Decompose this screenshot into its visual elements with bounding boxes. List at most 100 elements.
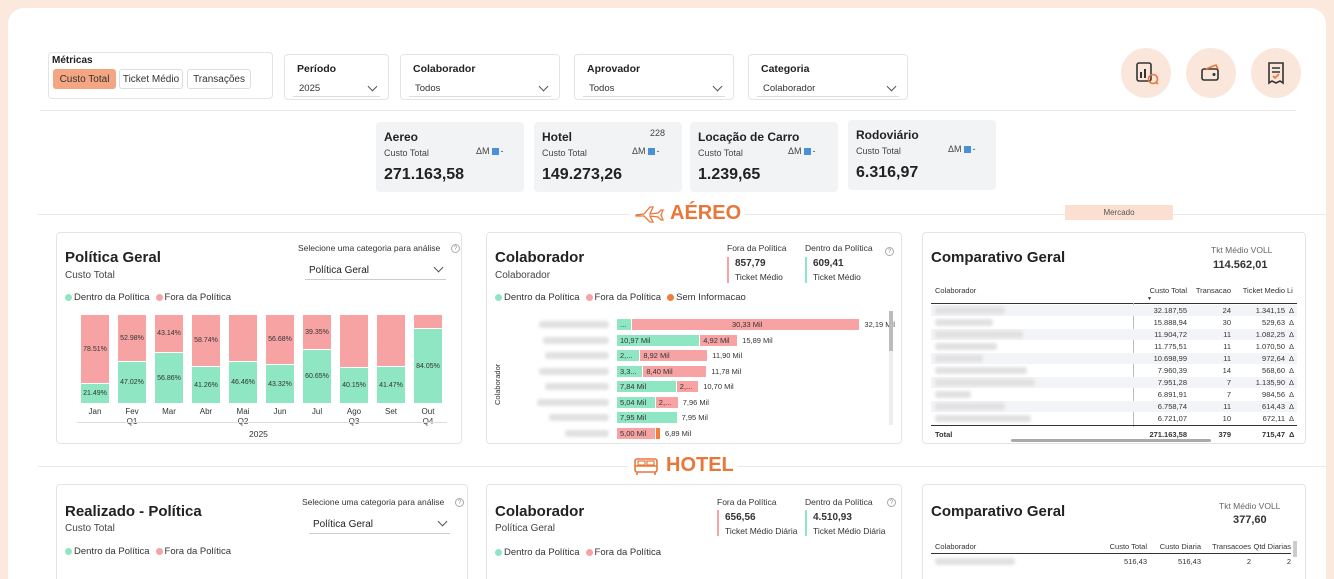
table-row[interactable]: 6.891,91 7 984,56 Δ [931, 389, 1297, 400]
bar-column[interactable]: 58.74% 41.26% [192, 315, 220, 403]
bar-segment-dentro[interactable]: 56.86% [155, 353, 183, 403]
bar-segment-dentro[interactable]: 46.46% [229, 362, 257, 403]
table-row[interactable]: 6.721,07 10 672,11 Δ [931, 413, 1297, 424]
metric-transacoes-button[interactable]: Transações [187, 69, 251, 89]
col-header[interactable]: Custo Diaria [1149, 542, 1201, 551]
h-scrollbar[interactable] [1011, 439, 1211, 442]
metric-custo-total-button[interactable]: Custo Total [53, 69, 116, 89]
col-header[interactable]: Colaborador [935, 542, 976, 551]
bar-segment-dentro[interactable]: 2,... [617, 350, 640, 361]
bar-segment-fora[interactable] [414, 315, 442, 328]
table-row[interactable]: 32.187,55 24 1.341,15 Δ [931, 305, 1297, 316]
bar-segment-dentro[interactable]: 7,95 Mil [617, 412, 677, 423]
bar-segment-fora[interactable]: 8,40 Mil [643, 365, 707, 377]
bar-segment-fora[interactable]: 8,92 Mil [640, 350, 708, 361]
table-row[interactable]: 7.951,28 7 1.135,90 Δ [931, 377, 1297, 388]
help-icon[interactable]: ? [887, 498, 896, 507]
bar-row[interactable]: 7,84 Mil 2,... 10,70 Mil [487, 381, 887, 392]
scrollbar-thumb[interactable] [889, 311, 893, 351]
bar-segment-fora[interactable]: 58.74% [192, 315, 220, 366]
table-row[interactable]: 6.758,74 11 614,43 Δ [931, 401, 1297, 412]
bar-segment-dentro[interactable]: 3,3... [617, 365, 643, 377]
mercado-tab[interactable]: Mercado [1065, 205, 1173, 220]
scrollbar[interactable] [889, 311, 893, 425]
bar-column[interactable]: 40.15% [340, 315, 368, 403]
bar-column[interactable]: 78.51% 21.49% [81, 315, 109, 403]
aprovador-select[interactable]: Todos [583, 81, 725, 97]
bar-segment-fora[interactable]: 52.98% [118, 315, 146, 361]
bar-segment-dentro[interactable]: 40.15% [340, 368, 368, 403]
bar-segment-dentro[interactable]: ... [617, 319, 631, 330]
col-header[interactable]: Ticket Medio [1233, 286, 1285, 295]
bar-segment-dentro[interactable]: 43.32% [266, 365, 294, 403]
bar-segment-sem-info[interactable] [655, 427, 660, 439]
metric-ticket-medio-button[interactable]: Ticket Médio [119, 69, 183, 89]
fora-value: 656,56 [725, 512, 756, 523]
cell-trans: 11 [1223, 330, 1231, 339]
cell-custo: 7.960,39 [1157, 366, 1187, 375]
bar-row[interactable]: 5,00 Mil 6,89 Mil [487, 427, 887, 439]
periodo-select[interactable]: 2025 [293, 81, 380, 97]
col-header[interactable]: Transacoes [1203, 542, 1251, 551]
bar-row[interactable]: 2,... 8,92 Mil 11,90 Mil [487, 350, 887, 361]
col-header[interactable]: Colaborador [935, 286, 976, 295]
bar-segment-fora[interactable]: 56.68% [266, 315, 294, 364]
bar-segment-fora[interactable]: 78.51% [81, 315, 109, 383]
bar-segment-fora[interactable]: 2,... [676, 381, 699, 392]
blurred-name [935, 331, 1023, 338]
categoria-select[interactable]: Colaborador [757, 81, 899, 97]
bar-segment-dentro[interactable]: 47.02% [118, 362, 146, 403]
bar-column[interactable]: 52.98% 47.02% [118, 315, 146, 403]
bar-row[interactable]: ... 30,33 Mil 32,19 Mil [487, 319, 895, 330]
bar-segment-fora[interactable]: 2,... [655, 396, 678, 408]
col-header[interactable]: Custo Total [1097, 542, 1147, 551]
bar-column[interactable]: 84.05% [414, 315, 442, 403]
bar-row[interactable]: 5,04 Mil 2,... 7,96 Mil [487, 396, 887, 408]
kpi-delta: ΔM - [788, 146, 816, 156]
bar-segment-dentro[interactable]: 41.47% [377, 367, 405, 403]
bar-column[interactable]: 41.47% [377, 315, 405, 403]
bar-segment-fora[interactable]: 4,92 Mil [700, 334, 738, 346]
col-header[interactable]: Li [1287, 286, 1295, 295]
bar-segment-fora[interactable] [229, 315, 257, 361]
bar-segment-dentro[interactable]: 41.26% [192, 367, 220, 403]
bar-segment-fora[interactable]: 5,00 Mil [617, 427, 655, 439]
receipt-check-button[interactable] [1251, 48, 1301, 98]
table-row[interactable]: 15.888,94 30 529,63 Δ [931, 317, 1297, 328]
table-row[interactable]: 11.775,51 11 1.070,50 Δ [931, 341, 1297, 352]
col-header[interactable]: Custo Total [1143, 286, 1187, 295]
bar-row[interactable]: 7,95 Mil 7,95 Mil [487, 412, 887, 423]
bar-segment-fora[interactable] [340, 315, 368, 367]
col-header[interactable]: Qtd Diarias [1253, 542, 1291, 551]
col-header[interactable]: Transacao [1189, 286, 1231, 295]
bar-column[interactable]: 46.46% [229, 315, 257, 403]
table-row[interactable]: 10.698,99 11 972,64 Δ [931, 353, 1297, 364]
sort-desc-icon[interactable]: ▼ [1147, 296, 1152, 302]
bar-column[interactable]: 43.14% 56.86% [155, 315, 183, 403]
report-chart-button[interactable] [1121, 48, 1171, 98]
bar-row[interactable]: 10,97 Mil 4,92 Mil 15,89 Mil [487, 334, 887, 346]
bar-segment-fora[interactable]: 43.14% [155, 315, 183, 352]
table-row[interactable]: 7.960,39 14 568,60 Δ [931, 365, 1297, 376]
wallet-card-button[interactable] [1186, 48, 1236, 98]
table-row[interactable]: 11.904,72 11 1.082,25 Δ [931, 329, 1297, 340]
blurred-name [565, 429, 609, 437]
bar-segment-fora[interactable]: 39.35% [303, 315, 331, 349]
bar-segment-dentro[interactable]: 60.65% [303, 350, 331, 403]
help-icon[interactable]: ? [455, 498, 464, 507]
bar-segment-dentro[interactable]: 10,97 Mil [617, 334, 700, 346]
scrollbar[interactable] [1293, 541, 1297, 557]
bar-segment-dentro[interactable]: 84.05% [414, 329, 442, 403]
bar-column[interactable]: 39.35% 60.65% [303, 315, 331, 403]
bar-segment-dentro[interactable]: 5,04 Mil [617, 396, 655, 408]
bar-segment-dentro[interactable]: 7,84 Mil [617, 381, 676, 392]
kpi-value: 6.316,97 [856, 164, 919, 181]
bar-column[interactable]: 56.68% 43.32% [266, 315, 294, 403]
colaborador-select[interactable]: Todos [409, 81, 551, 97]
bar-segment-fora[interactable] [377, 315, 405, 366]
realizado-category-select[interactable]: Política Geral [309, 516, 450, 534]
bar-row[interactable]: 3,3... 8,40 Mil 11,78 Mil [487, 365, 887, 377]
cell-ticket: 984,56 [1262, 390, 1285, 399]
bar-segment-dentro[interactable]: 21.49% [81, 384, 109, 403]
bar-segment-fora[interactable]: 30,33 Mil [631, 319, 860, 330]
